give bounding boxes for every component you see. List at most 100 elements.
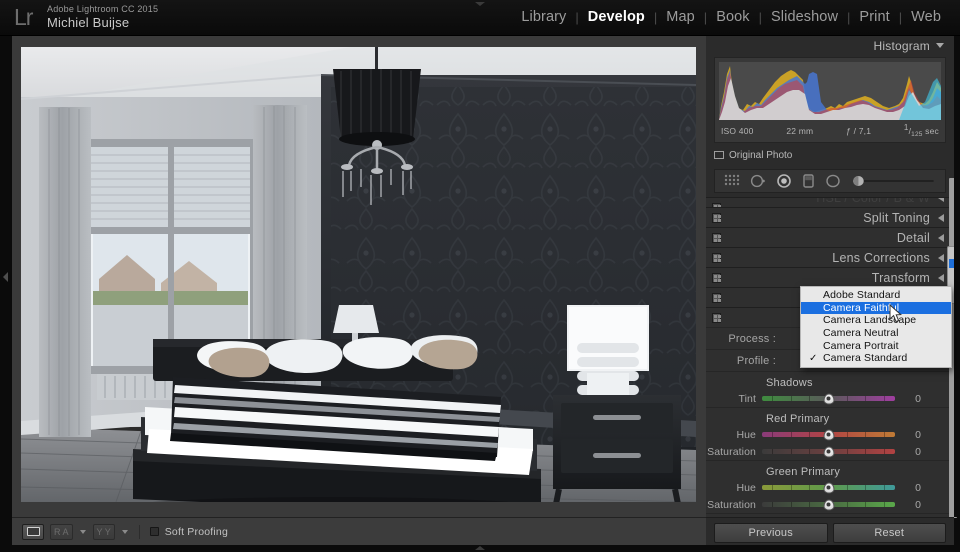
top-panel-collapse-toggle[interactable] (456, 0, 504, 10)
original-photo-row[interactable]: Original Photo (714, 147, 946, 163)
crop-overlay-icon[interactable] (724, 174, 740, 188)
menu-item-camera-landscape[interactable]: Camera Landscape (801, 314, 951, 327)
slider-green-saturation[interactable]: Saturation 0 (706, 496, 954, 513)
module-map[interactable]: Map (657, 9, 704, 25)
menu-item-adobe-standard[interactable]: Adobe Standard (801, 289, 951, 302)
exif-readout: ISO 400 22 mm ƒ / 7,1 1/125 sec (721, 123, 939, 138)
panel-disclosure-icon[interactable] (938, 213, 944, 222)
previous-button[interactable]: Previous (714, 523, 828, 543)
slider-track[interactable] (762, 429, 895, 440)
slider-label: Saturation (707, 498, 756, 511)
histogram-graph[interactable] (719, 62, 941, 120)
slider-track[interactable] (762, 393, 895, 404)
right-panel-buttons: Previous Reset (706, 521, 954, 545)
menu-item-camera-standard[interactable]: ✓ Camera Standard (801, 352, 951, 365)
exif-shutter-speed: 1/125 sec (903, 123, 939, 138)
module-library[interactable]: Library (512, 9, 575, 25)
filmstrip-collapse-toggle[interactable] (0, 545, 960, 552)
menu-item-label: Camera Landscape (823, 314, 917, 327)
red-eye-correction-icon[interactable] (776, 173, 792, 189)
panel-disclosure-icon[interactable] (938, 253, 944, 262)
panel-detail[interactable]: Detail (706, 227, 954, 247)
user-name: Michiel Buijse (47, 15, 130, 30)
module-develop[interactable]: Develop (579, 9, 654, 25)
slider-green-hue[interactable]: Hue 0 (706, 479, 954, 496)
slider-label: Hue (736, 428, 756, 441)
slider-knob[interactable] (823, 393, 834, 404)
menu-item-camera-portrait[interactable]: Camera Portrait (801, 339, 951, 352)
slider-value[interactable]: 0 (895, 482, 929, 494)
slider-track[interactable] (762, 482, 895, 493)
module-book[interactable]: Book (707, 9, 758, 25)
spot-removal-icon[interactable] (750, 173, 766, 189)
group-green-primary: Green Primary Hue 0 Saturation 0 (706, 460, 954, 513)
slider-tint[interactable]: Tint 0 (706, 390, 954, 407)
panel-switch[interactable] (712, 273, 721, 283)
reset-button[interactable]: Reset (832, 523, 946, 543)
panel-disclosure-icon[interactable] (938, 198, 944, 202)
slider-red-hue[interactable]: Hue 0 (706, 426, 954, 443)
graduated-filter-icon[interactable] (802, 173, 815, 189)
chevron-down-icon[interactable] (936, 43, 944, 48)
histogram-panel[interactable]: ISO 400 22 mm ƒ / 7,1 1/125 sec (714, 57, 946, 143)
menu-item-camera-faithful[interactable]: Camera Faithful (801, 301, 951, 315)
slider-knob[interactable] (823, 482, 834, 493)
before-after-chevron-down-icon[interactable] (79, 529, 86, 534)
right-panel-collapse-toggle[interactable] (954, 36, 960, 517)
panel-lens-corrections[interactable]: Lens Corrections (706, 247, 954, 267)
radial-filter-icon[interactable] (825, 173, 841, 189)
panel-transform[interactable]: Transform (706, 267, 954, 287)
before-after-button[interactable]: R A (50, 523, 73, 540)
profile-label: Profile : (736, 354, 776, 367)
slider-value[interactable]: 0 (895, 429, 929, 441)
panel-switch[interactable] (712, 253, 721, 263)
panel-switch[interactable] (712, 293, 721, 303)
identity-plate[interactable]: Adobe Lightroom CC 2015 Michiel Buijse (47, 3, 158, 30)
module-print[interactable]: Print (850, 9, 898, 25)
slider-label: Tint (738, 392, 756, 405)
slider-knob[interactable] (823, 446, 834, 457)
checkmark-icon: ✓ (809, 352, 818, 364)
slider-knob[interactable] (823, 499, 834, 510)
module-web[interactable]: Web (902, 9, 950, 25)
develop-photo[interactable] (21, 47, 696, 502)
panel-title: Lens Corrections (832, 250, 930, 265)
slider-value[interactable]: 0 (895, 446, 929, 458)
histogram-title: Histogram (873, 38, 930, 53)
adjustment-brush-icon[interactable] (851, 174, 936, 188)
panel-switch[interactable] (712, 233, 721, 243)
photo-frame[interactable] (21, 47, 696, 502)
slider-track[interactable] (762, 499, 895, 510)
group-title: Red Primary (766, 413, 830, 425)
slider-knob[interactable] (823, 429, 834, 440)
loupe-view-button[interactable] (22, 523, 44, 540)
panel-switch[interactable] (712, 213, 721, 223)
slider-track[interactable] (762, 446, 895, 457)
process-label: Process : (728, 332, 776, 345)
panel-title: Split Toning (863, 210, 930, 225)
original-photo-label: Original Photo (729, 149, 793, 161)
profile-dropdown-menu[interactable]: Adobe Standard Camera Faithful Camera La… (800, 286, 952, 368)
panel-switch[interactable] (712, 313, 721, 323)
product-name: Adobe Lightroom CC 2015 (47, 4, 159, 14)
image-canvas[interactable] (12, 36, 706, 517)
panel-hsl-color-bw[interactable]: HSL / Color / B & W (706, 197, 954, 207)
panel-disclosure-icon[interactable] (938, 233, 944, 242)
copy-settings-chevron-down-icon[interactable] (121, 529, 128, 534)
top-bar: Lr Adobe Lightroom CC 2015 Michiel Buijs… (0, 0, 960, 36)
panel-split-toning[interactable]: Split Toning (706, 207, 954, 227)
histogram-header[interactable]: Histogram (706, 36, 954, 55)
group-title: Green Primary (766, 466, 841, 478)
menu-item-camera-neutral[interactable]: Camera Neutral (801, 327, 951, 340)
slider-red-saturation[interactable]: Saturation 0 (706, 443, 954, 460)
left-panel-collapse-toggle[interactable] (0, 36, 12, 517)
slider-value[interactable]: 0 (895, 393, 929, 405)
soft-proofing-checkbox[interactable] (149, 527, 159, 536)
exif-shutter-unit: sec (925, 126, 939, 136)
copy-settings-button[interactable]: Y Y (92, 523, 115, 540)
slider-value[interactable]: 0 (895, 499, 929, 511)
slider-label: Hue (736, 481, 756, 494)
module-slideshow[interactable]: Slideshow (762, 9, 847, 25)
panel-disclosure-icon[interactable] (938, 273, 944, 282)
lightroom-window: Lr Adobe Lightroom CC 2015 Michiel Buijs… (0, 0, 960, 552)
